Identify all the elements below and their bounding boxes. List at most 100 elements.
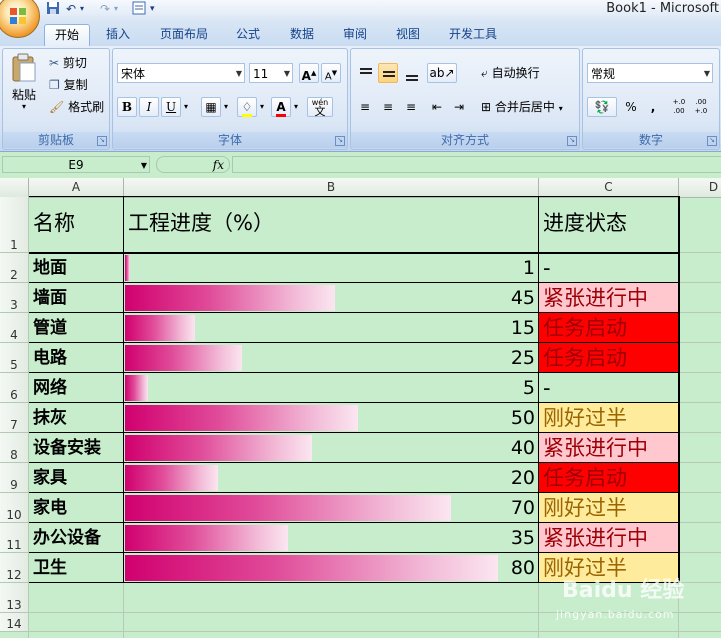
cell-status[interactable]: 紧张进行中 [539, 283, 679, 313]
cell-name[interactable]: 设备安装 [29, 433, 124, 463]
row-header[interactable]: 14 [0, 613, 29, 632]
row-header[interactable]: 11 [0, 523, 29, 553]
cell-name[interactable]: 地面 [29, 253, 124, 283]
select-all-corner[interactable] [0, 178, 29, 197]
copy-button[interactable]: ❐ 复制 [49, 77, 88, 93]
cell-name[interactable]: 卫生 [29, 553, 124, 583]
row-header[interactable]: 5 [0, 343, 29, 373]
tab-developer[interactable]: 开发工具 [440, 24, 506, 46]
cell-name[interactable]: 网络 [29, 373, 124, 403]
cell-name[interactable]: 墙面 [29, 283, 124, 313]
cell-name[interactable]: 电路 [29, 343, 124, 373]
header-cell-progress[interactable]: 工程进度（%） [124, 197, 539, 253]
formula-input[interactable] [232, 156, 721, 173]
cell-status[interactable]: 刚好过半 [539, 403, 679, 433]
fill-color-button[interactable]: ♢ [237, 97, 257, 117]
increase-decimal-button[interactable]: +.0 .00 [669, 97, 689, 117]
header-cell-status[interactable]: 进度状态 [539, 197, 679, 253]
row-header[interactable]: 10 [0, 493, 29, 523]
decrease-decimal-button[interactable]: .00 +.0 [691, 97, 711, 117]
border-button[interactable]: ▦ [201, 97, 221, 117]
row-header[interactable]: 8 [0, 433, 29, 463]
percent-button[interactable]: % [621, 97, 641, 117]
row-header[interactable]: 1 [0, 197, 29, 253]
wrap-text-button[interactable]: ⤶ 自动换行 [481, 65, 540, 81]
font-color-button[interactable]: A [271, 97, 291, 117]
row-header[interactable]: 3 [0, 283, 29, 313]
save-icon[interactable] [46, 1, 60, 17]
merge-dropdown-icon[interactable]: ▾ [559, 104, 563, 113]
row-header[interactable]: 6 [0, 373, 29, 403]
align-bottom-button[interactable] [401, 63, 421, 83]
redo-icon[interactable]: ↷ [100, 1, 110, 17]
orientation-button[interactable]: ab↗ [427, 63, 457, 83]
name-box[interactable]: E9 ▼ [2, 156, 150, 173]
accounting-format-button[interactable]: 💱 [587, 97, 617, 117]
border-dropdown-icon[interactable]: ▾ [221, 97, 231, 117]
number-launcher-icon[interactable]: ↘ [707, 136, 717, 146]
row-header[interactable]: 2 [0, 253, 29, 283]
undo-icon[interactable]: ↶ [66, 1, 76, 17]
underline-dropdown-icon[interactable]: ▾ [181, 97, 191, 117]
cell-name[interactable]: 家电 [29, 493, 124, 523]
cell-status[interactable]: 刚好过半 [539, 493, 679, 523]
row-header[interactable]: 7 [0, 403, 29, 433]
cell-status[interactable]: 任务启动 [539, 313, 679, 343]
cut-button[interactable]: ✂ 剪切 [49, 55, 87, 71]
cell-status[interactable]: - [539, 253, 679, 283]
italic-button[interactable]: I [139, 97, 159, 117]
underline-button[interactable]: U [161, 97, 181, 117]
alignment-launcher-icon[interactable]: ↘ [567, 136, 577, 146]
font-size-dropdown[interactable]: 11 ▼ [249, 63, 293, 83]
tab-home[interactable]: 开始 [44, 24, 90, 47]
cell-name[interactable]: 家具 [29, 463, 124, 493]
bold-button[interactable]: B [117, 97, 137, 117]
font-launcher-icon[interactable]: ↘ [335, 136, 345, 146]
cell-name[interactable]: 管道 [29, 313, 124, 343]
row-header[interactable]: 12 [0, 553, 29, 583]
cell-status[interactable]: 任务启动 [539, 463, 679, 493]
paste-button[interactable]: 粘贴 ▾ [7, 53, 41, 111]
insert-function-icon[interactable]: fx [213, 157, 224, 173]
column-header-d[interactable]: D [679, 178, 721, 197]
cell-status[interactable]: 任务启动 [539, 343, 679, 373]
align-center-button[interactable]: ≡ [378, 97, 398, 117]
tab-review[interactable]: 审阅 [333, 24, 377, 46]
comma-button[interactable]: , [643, 97, 663, 117]
grow-font-button[interactable]: A▲ [299, 63, 319, 83]
cell-name[interactable]: 抹灰 [29, 403, 124, 433]
row-header[interactable]: 4 [0, 313, 29, 343]
format-painter-button[interactable]: 🖌 格式刷 [49, 99, 104, 115]
cell-status[interactable]: - [539, 373, 679, 403]
tab-page-layout[interactable]: 页面布局 [152, 24, 216, 46]
increase-indent-button[interactable]: ⇥ [449, 97, 469, 117]
phonetic-button[interactable]: wén 文 [307, 97, 333, 117]
print-preview-icon[interactable] [132, 1, 146, 17]
tab-view[interactable]: 视图 [386, 24, 430, 46]
cell-status[interactable]: 紧张进行中 [539, 433, 679, 463]
merge-center-button[interactable]: ⊞ 合并后居中 ▾ [481, 99, 563, 117]
redo-dropdown-icon[interactable]: ▾ [114, 1, 118, 17]
font-name-dropdown[interactable]: 宋体 ▼ [117, 63, 245, 83]
tab-data[interactable]: 数据 [280, 24, 324, 46]
undo-dropdown-icon[interactable]: ▾ [80, 1, 84, 17]
shrink-font-button[interactable]: A▼ [321, 63, 341, 83]
decrease-indent-button[interactable]: ⇤ [427, 97, 447, 117]
cell-name[interactable]: 办公设备 [29, 523, 124, 553]
customize-qat-icon[interactable]: ▾ [150, 1, 155, 17]
font-color-dropdown-icon[interactable]: ▾ [291, 97, 301, 117]
align-right-button[interactable]: ≡ [401, 97, 421, 117]
row-header[interactable]: 9 [0, 463, 29, 493]
row-header[interactable]: 13 [0, 583, 29, 613]
clipboard-launcher-icon[interactable]: ↘ [97, 136, 107, 146]
tab-insert[interactable]: 插入 [96, 24, 140, 46]
tab-formulas[interactable]: 公式 [226, 24, 270, 46]
number-format-dropdown[interactable]: 常规 ▼ [587, 63, 713, 83]
column-header-a[interactable]: A [29, 178, 124, 197]
column-header-c[interactable]: C [539, 178, 679, 197]
fill-color-dropdown-icon[interactable]: ▾ [257, 97, 267, 117]
align-middle-button[interactable] [378, 63, 398, 83]
paste-dropdown-icon[interactable]: ▾ [7, 103, 41, 111]
cell-status[interactable]: 紧张进行中 [539, 523, 679, 553]
column-header-b[interactable]: B [124, 178, 539, 197]
